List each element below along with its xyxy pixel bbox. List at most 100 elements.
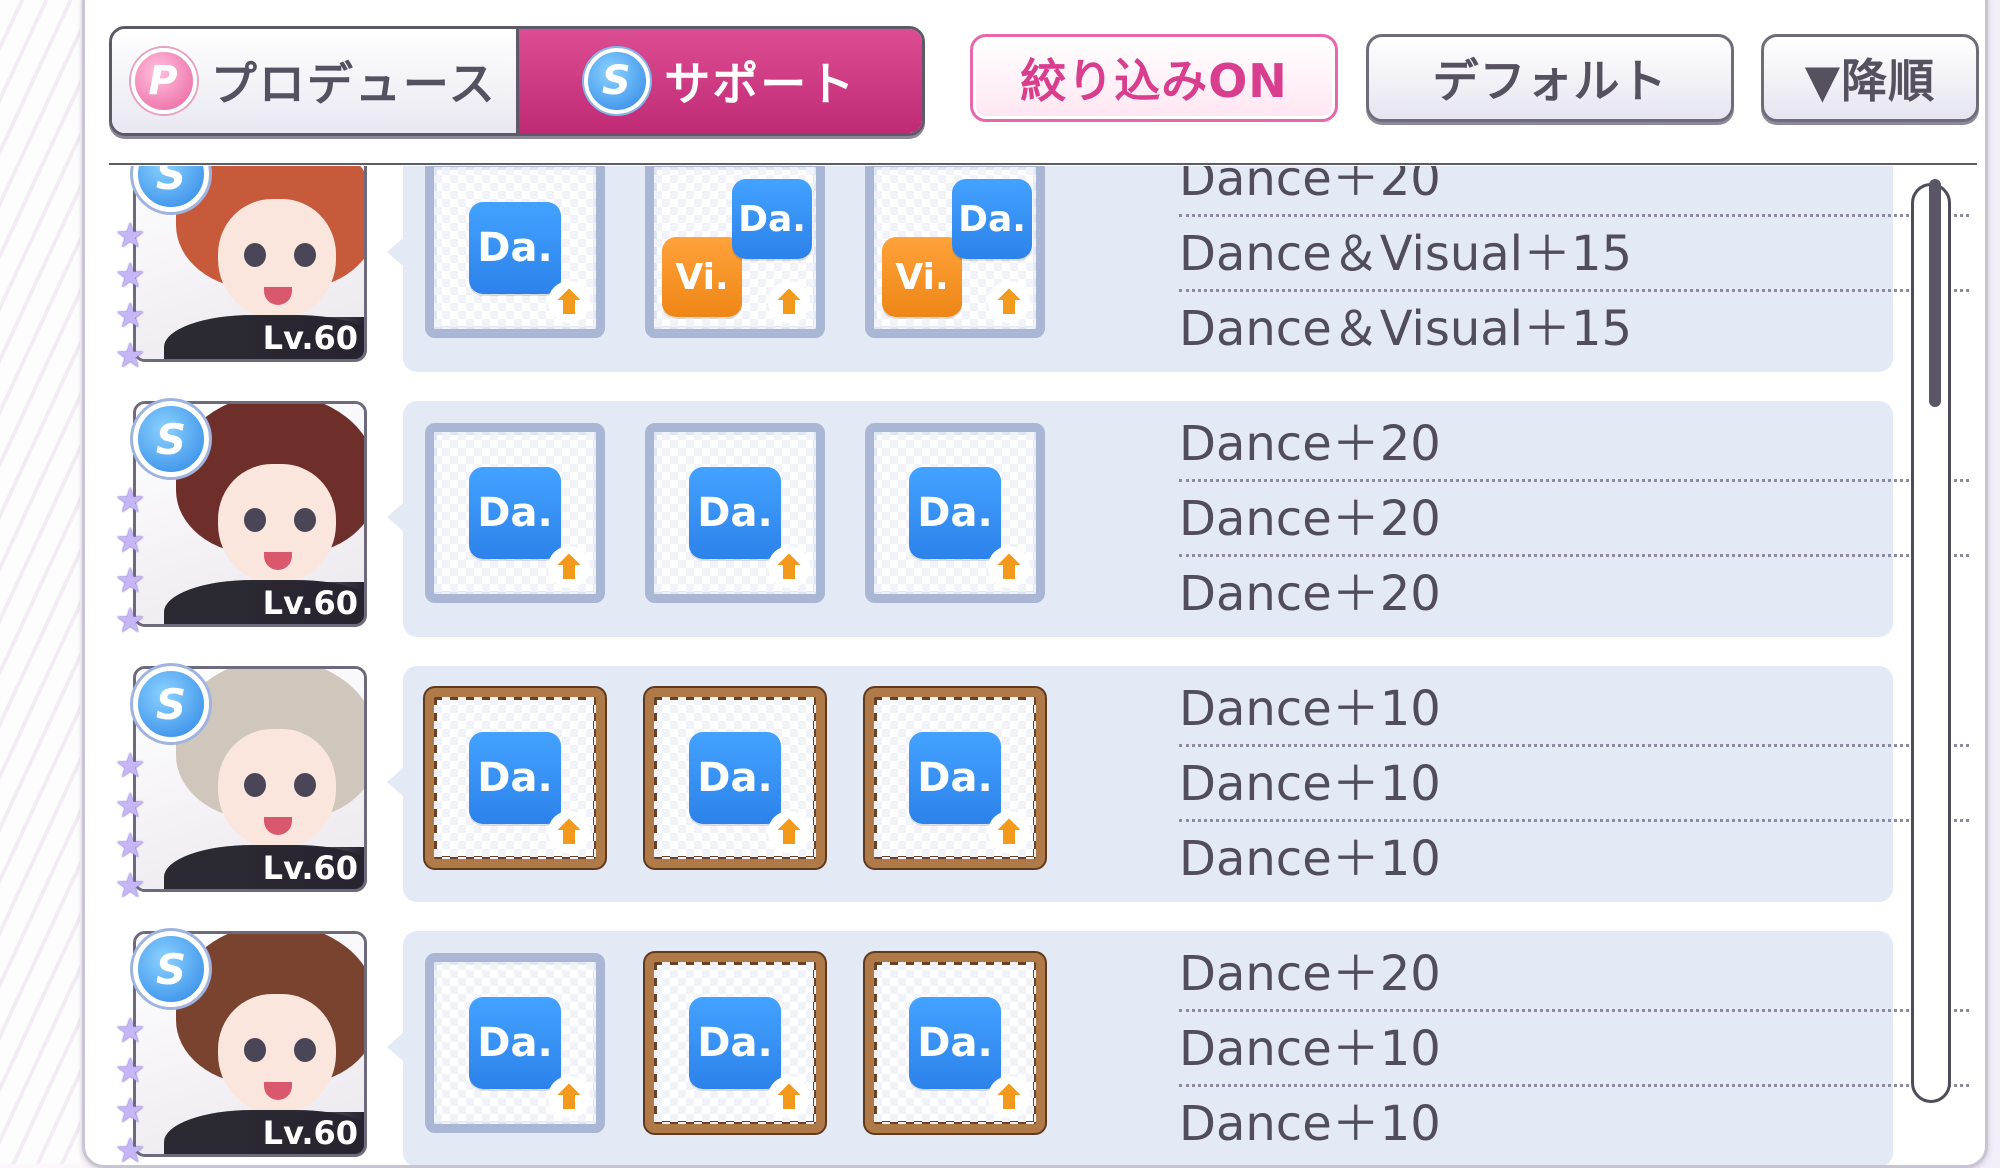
rarity-stars: ★ ★ ★ ★ xyxy=(115,1011,155,1166)
portrait-eye xyxy=(244,773,266,797)
upgrade-arrow-shape xyxy=(992,815,1026,846)
upgrade-arrow-icon xyxy=(768,811,810,853)
effect-text: Dance＋20 xyxy=(1179,409,1969,482)
upgrade-arrow-icon xyxy=(768,281,810,323)
upgrade-arrow-shape xyxy=(552,815,586,846)
upgrade-arrow-icon xyxy=(548,546,590,588)
skill-slot[interactable]: Da. xyxy=(425,423,605,603)
star-icon: ★ xyxy=(115,746,146,786)
upgrade-arrow-shape xyxy=(992,1080,1026,1111)
skill-slot[interactable]: Vi. Da. xyxy=(865,166,1045,338)
upgrade-arrow-icon xyxy=(548,811,590,853)
support-card-row[interactable]: Lv.60 S ★ ★ ★ ★ Da. Da. Da. Dance＋20 Dance＋10 Dance… xyxy=(85,931,1969,1166)
header-divider xyxy=(109,163,1977,165)
skill-slot[interactable]: Da. xyxy=(425,688,605,868)
effect-text: Dance＋10 xyxy=(1179,749,1969,822)
card-list[interactable]: Lv.60 S ★ ★ ★ ★ Da. Vi. Da. Vi. Da. Dance＋20 Dance＆V… xyxy=(85,166,1985,1166)
portrait-eye xyxy=(244,243,266,267)
rarity-stars: ★ ★ ★ ★ xyxy=(115,481,155,661)
dance-chip-icon: Da. xyxy=(952,179,1032,259)
portrait-eye xyxy=(294,243,316,267)
scrollbar-thumb[interactable] xyxy=(1929,179,1941,407)
tab-support-label: サポート xyxy=(664,57,857,111)
skill-slot[interactable]: Da. xyxy=(865,953,1045,1133)
upgrade-arrow-icon xyxy=(768,546,810,588)
filter-button[interactable]: 絞り込みON xyxy=(970,34,1338,122)
portrait-eye xyxy=(244,508,266,532)
effect-text: Dance＋20 xyxy=(1179,939,1969,1012)
upgrade-arrow-shape xyxy=(992,285,1026,316)
dance-chip-icon: Da. xyxy=(732,179,812,259)
star-icon: ★ xyxy=(115,866,146,906)
upgrade-arrow-icon xyxy=(988,811,1030,853)
visual-chip-icon: Vi. xyxy=(882,237,962,317)
upgrade-arrow-icon xyxy=(548,281,590,323)
skill-slot[interactable]: Da. xyxy=(645,953,825,1133)
upgrade-arrow-shape xyxy=(772,815,806,846)
portrait-eye xyxy=(244,1038,266,1062)
tab-bar: P プロデュース S サポート xyxy=(109,26,925,136)
support-type-badge-icon: S xyxy=(133,931,209,1007)
tab-support[interactable]: S サポート xyxy=(518,29,922,133)
skill-slot[interactable]: Da. xyxy=(645,423,825,603)
effect-text: Dance＆Visual＋15 xyxy=(1179,219,1969,292)
skill-slot[interactable]: Da. xyxy=(645,688,825,868)
level-label: Lv.60 xyxy=(248,1112,364,1154)
star-icon: ★ xyxy=(115,1011,146,1051)
upgrade-arrow-shape xyxy=(772,550,806,581)
upgrade-arrow-icon xyxy=(988,546,1030,588)
star-icon: ★ xyxy=(115,826,146,866)
star-icon: ★ xyxy=(115,1091,146,1131)
effect-text: Dance＋10 xyxy=(1179,1096,1441,1152)
star-icon: ★ xyxy=(115,786,146,826)
star-icon: ★ xyxy=(115,1051,146,1091)
skill-slot[interactable]: Da. xyxy=(425,953,605,1133)
effect-text: Dance＋10 xyxy=(1179,674,1969,747)
star-icon: ★ xyxy=(115,216,146,256)
upgrade-arrow-icon xyxy=(548,1076,590,1118)
sort-button[interactable]: デフォルト xyxy=(1366,34,1734,122)
effect-text: Dance＋10 xyxy=(1179,1014,1969,1087)
portrait-eye xyxy=(294,1038,316,1062)
star-icon: ★ xyxy=(115,521,146,561)
support-card-row[interactable]: Lv.60 S ★ ★ ★ ★ Da. Da. Da. Dance＋10 Dance＋10 Dance… xyxy=(85,666,1969,906)
upgrade-arrow-shape xyxy=(992,550,1026,581)
skill-slot[interactable]: Da. xyxy=(865,423,1045,603)
level-label: Lv.60 xyxy=(248,317,364,359)
support-type-badge-icon: S xyxy=(133,666,209,742)
support-card-row[interactable]: Lv.60 S ★ ★ ★ ★ Da. Vi. Da. Vi. Da. Dance＋20 Dance＆V… xyxy=(85,166,1969,376)
support-card-row[interactable]: Lv.60 S ★ ★ ★ ★ Da. Da. Da. Dance＋20 Dance＋20 Dance… xyxy=(85,401,1969,641)
upgrade-arrow-shape xyxy=(552,285,586,316)
upgrade-arrow-icon xyxy=(988,1076,1030,1118)
tab-produce-label: プロデュース xyxy=(210,57,497,111)
upgrade-arrow-icon xyxy=(988,281,1030,323)
upgrade-arrow-shape xyxy=(552,550,586,581)
level-label: Lv.60 xyxy=(248,847,364,889)
order-button[interactable]: ▼降順 xyxy=(1761,34,1979,122)
support-card-list-panel: P プロデュース S サポート 絞り込みON デフォルト ▼降順 Lv.60 S ★… xyxy=(82,0,1988,1168)
produce-badge-icon: P xyxy=(130,48,197,114)
level-label: Lv.60 xyxy=(248,582,364,624)
tab-produce[interactable]: P プロデュース xyxy=(112,29,519,133)
star-icon: ★ xyxy=(115,601,146,641)
skill-slot[interactable]: Da. xyxy=(865,688,1045,868)
effect-text: Dance＋10 xyxy=(1179,831,1441,887)
upgrade-arrow-shape xyxy=(772,1080,806,1111)
effect-text: Dance＆Visual＋15 xyxy=(1179,301,1633,357)
background-stripes xyxy=(0,0,80,1164)
support-badge-icon: S xyxy=(584,48,651,114)
skill-slot[interactable]: Da. xyxy=(425,166,605,338)
visual-chip-icon: Vi. xyxy=(662,237,742,317)
star-icon: ★ xyxy=(115,561,146,601)
rarity-stars: ★ ★ ★ ★ xyxy=(115,216,155,396)
effect-text: Dance＋20 xyxy=(1179,484,1969,557)
star-icon: ★ xyxy=(115,336,146,376)
upgrade-arrow-shape xyxy=(772,285,806,316)
effect-text: Dance＋20 xyxy=(1179,566,1441,622)
star-icon: ★ xyxy=(115,481,146,521)
skill-slot[interactable]: Vi. Da. xyxy=(645,166,825,338)
star-icon: ★ xyxy=(115,1131,146,1166)
portrait-eye xyxy=(294,773,316,797)
effect-text: Dance＋20 xyxy=(1179,166,1969,217)
portrait-eye xyxy=(294,508,316,532)
